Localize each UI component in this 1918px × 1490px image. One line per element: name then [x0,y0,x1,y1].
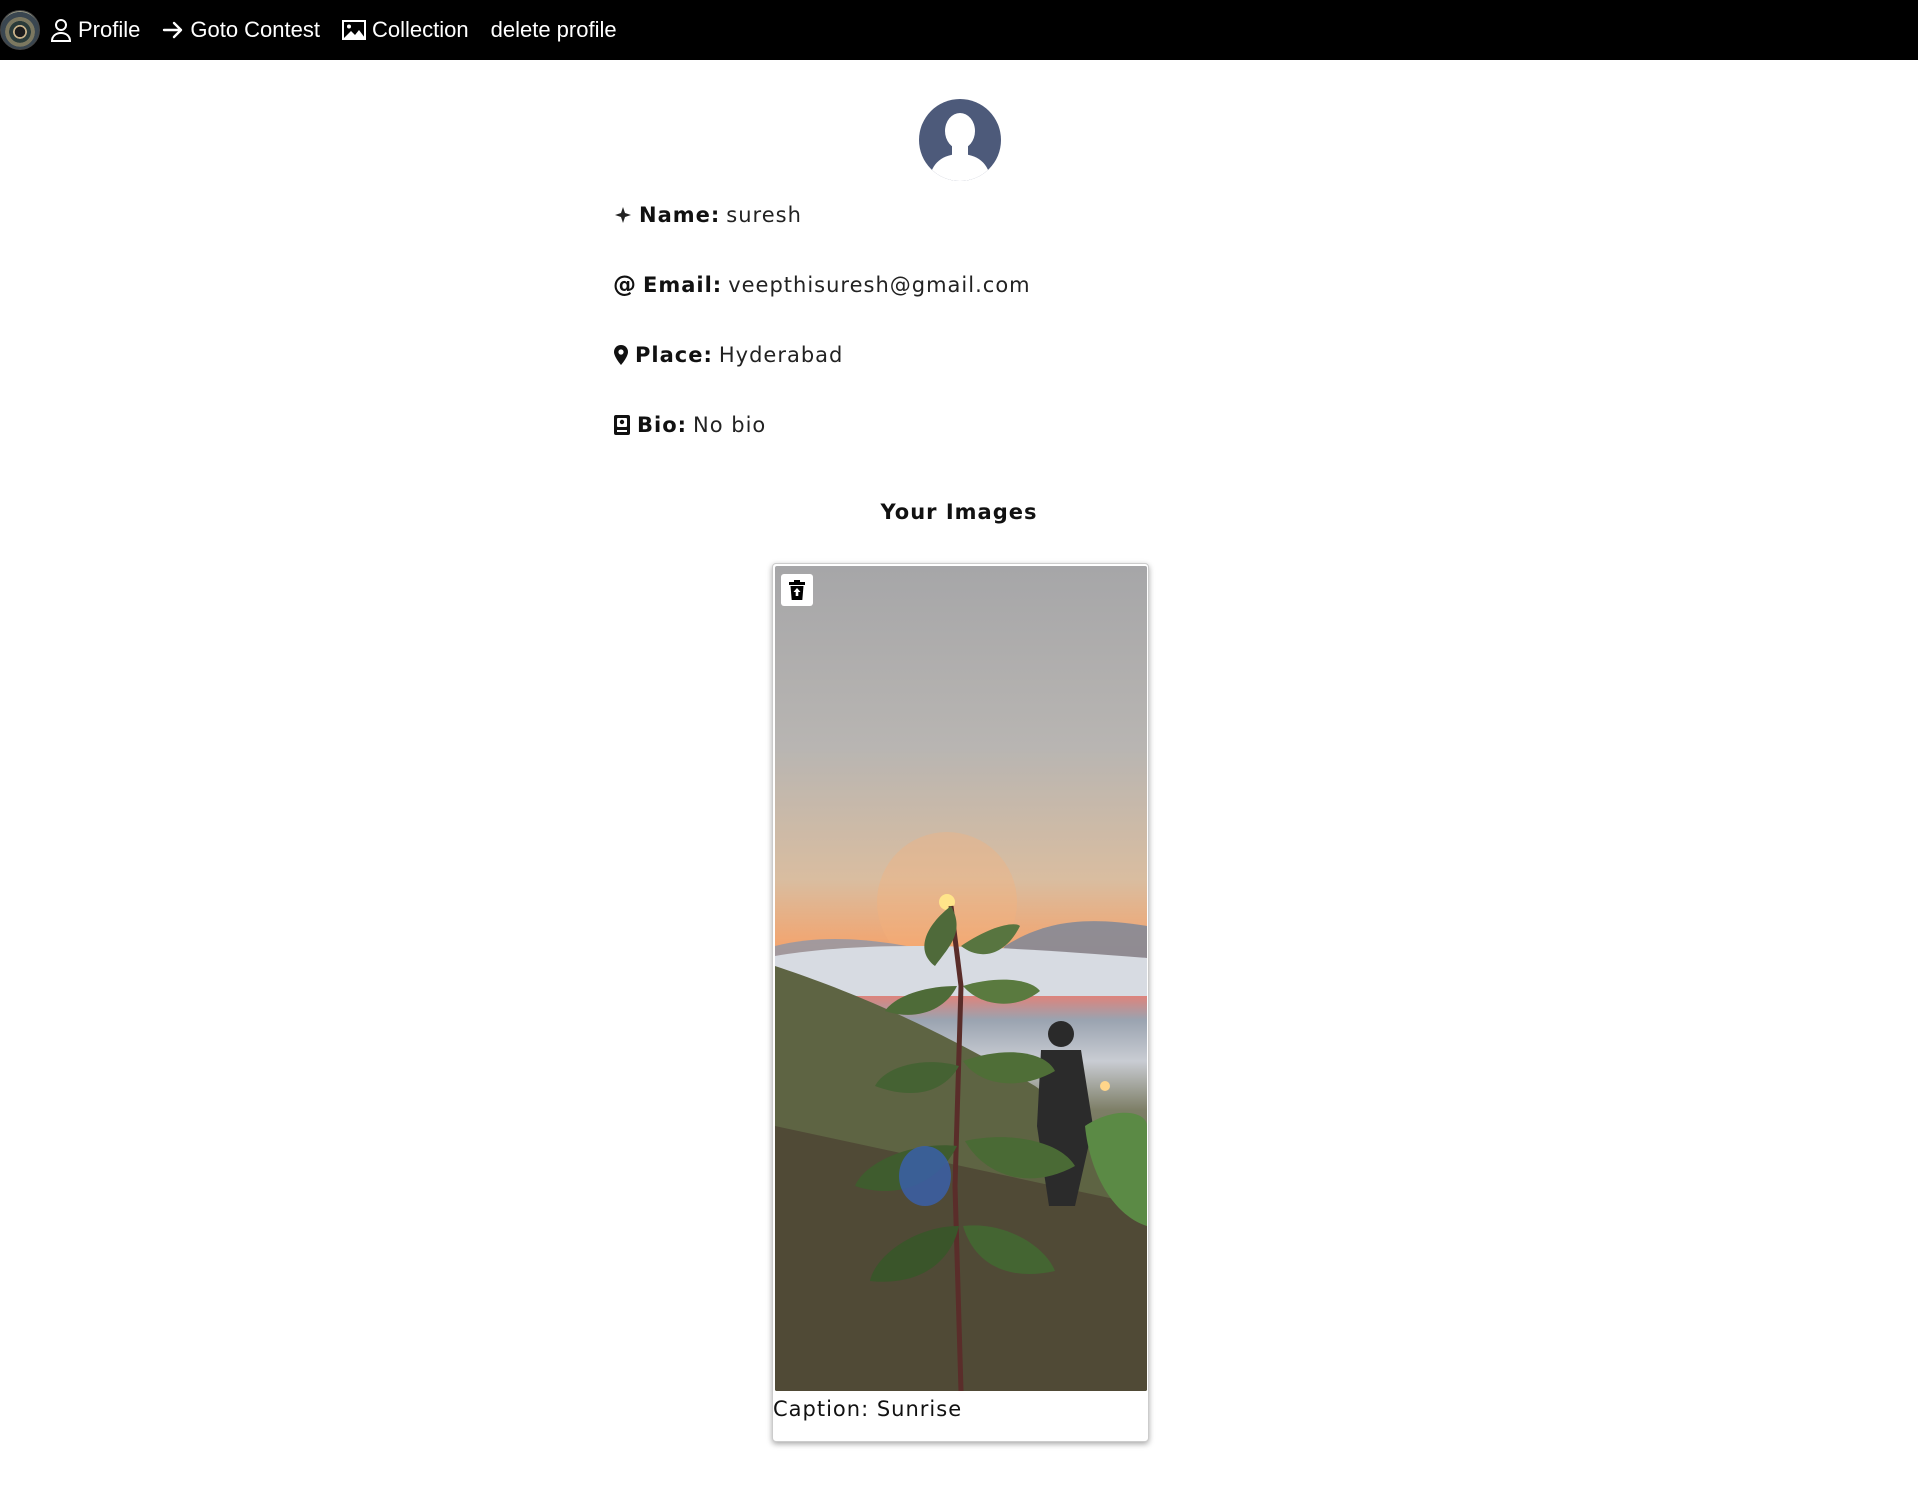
top-navbar: Profile Goto Contest Collection delete p… [0,0,1918,60]
profile-email-value: veepthisuresh@gmail.com [728,273,1031,297]
image-caption: Caption: Sunrise [773,1397,963,1421]
delete-image-button[interactable] [781,574,813,606]
profile-name-value: suresh [726,203,802,227]
camera-lens-logo[interactable] [0,10,40,50]
trash-icon [789,580,805,600]
nav-collection-link[interactable]: Collection [342,0,481,60]
profile-name-row: Name: suresh [613,200,802,230]
nav-collection-label: Collection [372,17,469,42]
user-silhouette-icon [929,113,991,181]
image-card: Caption: Sunrise [772,563,1149,1442]
sunrise-scene-illustration [775,832,1147,1391]
location-pin-icon [614,345,628,365]
nav-profile-link[interactable]: Profile [50,0,152,60]
profile-bio-row: Bio: No bio [613,410,766,440]
image-icon [342,20,366,40]
profile-email-label: Email: [643,273,723,297]
profile-email-row: @ Email: veepthisuresh@gmail.com [613,270,1031,300]
profile-place-value: Hyderabad [718,343,844,367]
avatar [919,99,1001,181]
arrow-right-icon [163,21,183,39]
profile-bio-label: Bio: [637,413,688,437]
nav-goto-contest-label: Goto Contest [190,17,320,42]
compass-icon [615,207,631,223]
nav-goto-contest-link[interactable]: Goto Contest [162,0,332,60]
profile-place-label: Place: [635,343,713,367]
profile-name-label: Name: [639,203,721,227]
your-images-heading: Your Images [880,500,1038,524]
profile-bio-value: No bio [693,413,767,437]
sunrise-photo[interactable] [775,566,1147,1391]
profile-place-row: Place: Hyderabad [613,340,843,370]
nav-delete-profile-link[interactable]: delete profile [491,0,629,60]
book-icon [614,415,630,435]
at-icon: @ [613,272,637,298]
nav-delete-profile-label: delete profile [490,17,617,42]
user-icon [50,19,72,42]
nav-profile-label: Profile [78,17,141,42]
